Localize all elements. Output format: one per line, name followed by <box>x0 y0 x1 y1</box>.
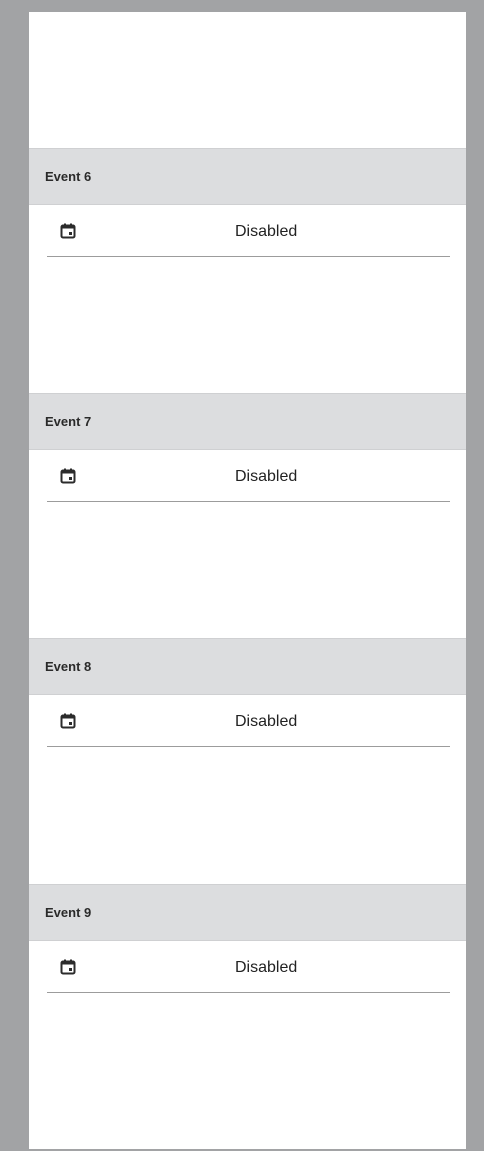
event-header[interactable]: Event 7 <box>29 393 466 450</box>
event-title: Event 9 <box>45 905 92 920</box>
event-status: Disabled <box>235 959 298 976</box>
event-section: Event 9 Disabled <box>29 884 466 993</box>
event-schedule-row[interactable]: Disabled <box>47 695 450 747</box>
event-schedule-row[interactable]: Disabled <box>47 205 450 257</box>
calendar-icon[interactable] <box>60 959 76 975</box>
event-schedule-row[interactable]: Disabled <box>47 450 450 502</box>
event-title: Event 8 <box>45 659 92 674</box>
event-section: Event 8 Disabled <box>29 638 466 747</box>
event-title: Event 6 <box>45 169 92 184</box>
event-status: Disabled <box>235 468 298 485</box>
event-section: Event 6 Disabled <box>29 148 466 257</box>
calendar-icon[interactable] <box>60 713 76 729</box>
event-header[interactable]: Event 6 <box>29 148 466 205</box>
event-status: Disabled <box>235 713 298 730</box>
calendar-icon[interactable] <box>60 468 76 484</box>
event-list-panel: Event 6 Disabled Event 7 Disabled Event … <box>29 12 466 1149</box>
event-schedule-row[interactable]: Disabled <box>47 941 450 993</box>
event-header[interactable]: Event 8 <box>29 638 466 695</box>
event-status: Disabled <box>235 223 298 240</box>
calendar-icon[interactable] <box>60 223 76 239</box>
event-header[interactable]: Event 9 <box>29 884 466 941</box>
event-title: Event 7 <box>45 414 92 429</box>
event-section: Event 7 Disabled <box>29 393 466 502</box>
